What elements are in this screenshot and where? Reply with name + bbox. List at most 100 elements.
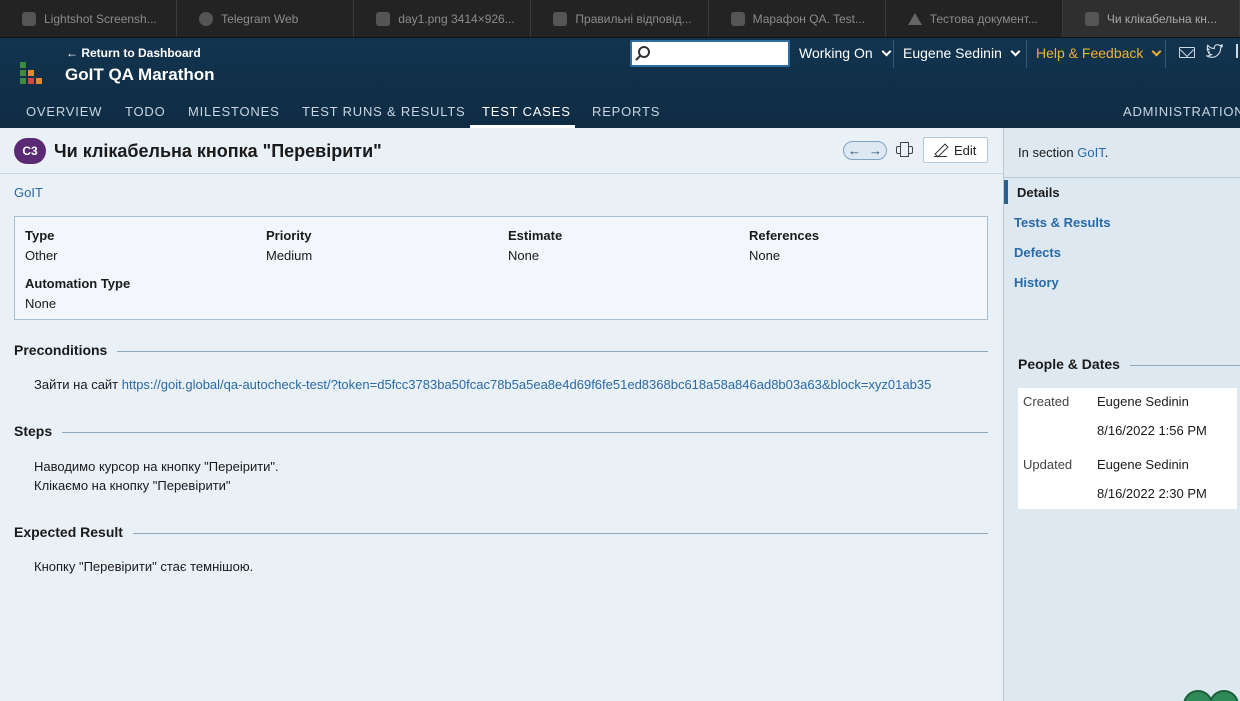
preconditions-section-header: Preconditions [14, 342, 988, 362]
working-on-label: Working On [799, 45, 873, 61]
edit-button-label: Edit [954, 142, 977, 158]
lightshot-icon [22, 11, 36, 26]
in-section-suffix: . [1104, 145, 1109, 160]
floating-widget[interactable] [1183, 690, 1240, 701]
step-item: Наводимо курсор на кнопку "Переірити". [34, 459, 279, 474]
field-automation-type: Automation Type None [25, 276, 130, 311]
browser-tab-marathon[interactable]: Марафон QA. Test... [709, 0, 886, 37]
search-input[interactable] [630, 40, 790, 67]
preconditions-label: Зайти на сайт [34, 377, 122, 392]
browser-tab-drive[interactable]: Тестова документ... [886, 0, 1063, 37]
browser-tab-image[interactable]: day1.png 3414×926... [354, 0, 532, 37]
twitter-icon[interactable] [1206, 44, 1223, 59]
updated-at: 8/16/2022 2:30 PM [1097, 486, 1207, 501]
active-nav-indicator [1004, 180, 1008, 204]
browser-tab-title: day1.png 3414×926... [398, 11, 515, 26]
browser-tab-lightshot[interactable]: Lightshot Screensh... [0, 0, 178, 37]
field-value: None [749, 248, 781, 263]
field-label: Estimate [508, 228, 563, 243]
steps-section-header: Steps [14, 423, 988, 443]
chevron-down-icon [1010, 46, 1021, 56]
step-item: Клікаємо на кнопку "Перевірити" [34, 478, 231, 493]
test-case-content: C3 Чи клікабельна кнопка "Перевірити" ← … [0, 128, 1003, 701]
field-value: Medium [266, 248, 313, 263]
field-value: None [25, 296, 57, 311]
browser-tab-title: Правильні відповід... [575, 11, 692, 26]
tab-todo[interactable]: TODO [125, 104, 166, 119]
tab-reports[interactable]: REPORTS [592, 104, 660, 119]
browser-tab-title: Lightshot Screensh... [44, 11, 157, 26]
sidebar-item-tests-results[interactable]: Tests & Results [1014, 215, 1111, 230]
browser-tab-current[interactable]: Чи клікабельна кн... [1062, 0, 1240, 37]
main-nav: OVERVIEW TODO MILESTONES TEST RUNS & RES… [0, 101, 1240, 128]
tab-overview[interactable]: OVERVIEW [26, 104, 102, 119]
overflow-icon [1236, 44, 1238, 58]
field-label: Priority [266, 228, 312, 243]
chevron-down-icon [1151, 46, 1162, 56]
field-type: Type Other [25, 228, 58, 263]
app-logo-icon[interactable] [20, 62, 42, 84]
section-heading: People & Dates [1018, 356, 1130, 372]
updated-by: Eugene Sedinin [1097, 457, 1189, 472]
divider [1026, 40, 1027, 68]
case-navigation: ← → [843, 141, 887, 160]
edit-button[interactable]: Edit [923, 137, 988, 163]
print-icon[interactable] [896, 142, 913, 157]
pencil-icon [934, 144, 947, 157]
arrow-right-icon[interactable]: → [869, 143, 882, 158]
mail-icon[interactable] [1179, 47, 1195, 58]
drive-icon [907, 12, 922, 25]
browser-tab-telegram[interactable]: Telegram Web [177, 0, 355, 37]
in-section-text: In section GoIT. [1018, 145, 1108, 160]
people-dates-box: Created Eugene Sedinin 8/16/2022 1:56 PM… [1018, 388, 1237, 509]
field-label: Type [25, 228, 55, 243]
divider [1165, 40, 1166, 68]
user-menu[interactable]: Eugene Sedinin [903, 45, 1021, 61]
help-feedback-label: Help & Feedback [1036, 45, 1144, 61]
in-section-prefix: In section [1018, 145, 1078, 160]
testrail-icon [1084, 11, 1099, 26]
help-feedback-menu[interactable]: Help & Feedback [1036, 45, 1162, 61]
arrow-left-icon[interactable]: ← [848, 143, 861, 158]
section-heading: Preconditions [14, 342, 118, 358]
return-to-dashboard-link[interactable]: ← Return to Dashboard [66, 46, 201, 60]
working-on-menu[interactable]: Working On [799, 45, 892, 61]
field-references: References None [749, 228, 819, 263]
preconditions-url-link[interactable]: https://goit.global/qa-autocheck-test/?t… [122, 377, 932, 392]
section-breadcrumb-link[interactable]: GoIT [14, 185, 43, 200]
section-heading: Expected Result [14, 524, 133, 540]
field-estimate: Estimate None [508, 228, 562, 263]
case-title-bar: C3 Чи клікабельна кнопка "Перевірити" ← … [0, 128, 1003, 174]
divider [893, 40, 894, 68]
browser-tab-answers[interactable]: Правильні відповід... [531, 0, 709, 37]
case-fields-box: Type Other Priority Medium Estimate None… [14, 216, 988, 320]
field-priority: Priority Medium [266, 228, 312, 263]
expected-result-text: Кнопку "Перевірити" стає темнішою. [34, 559, 254, 574]
created-label: Created [1023, 394, 1070, 409]
field-value: Other [25, 248, 58, 263]
right-sidebar: In section GoIT. Details Tests & Results… [1003, 128, 1240, 701]
section-heading: Steps [14, 423, 63, 439]
in-section-link[interactable]: GoIT [1077, 145, 1104, 160]
browser-tab-title: Марафон QA. Test... [752, 11, 866, 26]
page-title: Чи клікабельна кнопка "Перевірити" [54, 141, 382, 161]
telegram-icon [199, 11, 214, 26]
field-label: References [749, 228, 820, 243]
updated-label: Updated [1023, 457, 1073, 472]
doc-icon [553, 11, 568, 26]
sidebar-item-history[interactable]: History [1014, 275, 1059, 290]
tab-test-cases[interactable]: TEST CASES [482, 104, 571, 119]
tab-milestones[interactable]: MILESTONES [188, 104, 280, 119]
testrail-icon [730, 11, 745, 26]
tab-test-runs-results[interactable]: TEST RUNS & RESULTS [302, 104, 466, 119]
tab-administration[interactable]: ADMINISTRATION [1123, 104, 1240, 119]
sidebar-item-details[interactable]: Details [1017, 185, 1060, 200]
sidebar-item-defects[interactable]: Defects [1014, 245, 1061, 260]
created-at: 8/16/2022 1:56 PM [1097, 423, 1207, 438]
people-dates-header: People & Dates [1018, 356, 1240, 376]
project-title: GoIT QA Marathon [65, 65, 215, 84]
case-id-badge: C3 [14, 138, 46, 164]
app-header: ← Return to Dashboard GoIT QA Marathon W… [0, 38, 1240, 128]
widget-bubble-icon [1183, 690, 1213, 701]
browser-tab-title: Тестова документ... [929, 11, 1038, 26]
